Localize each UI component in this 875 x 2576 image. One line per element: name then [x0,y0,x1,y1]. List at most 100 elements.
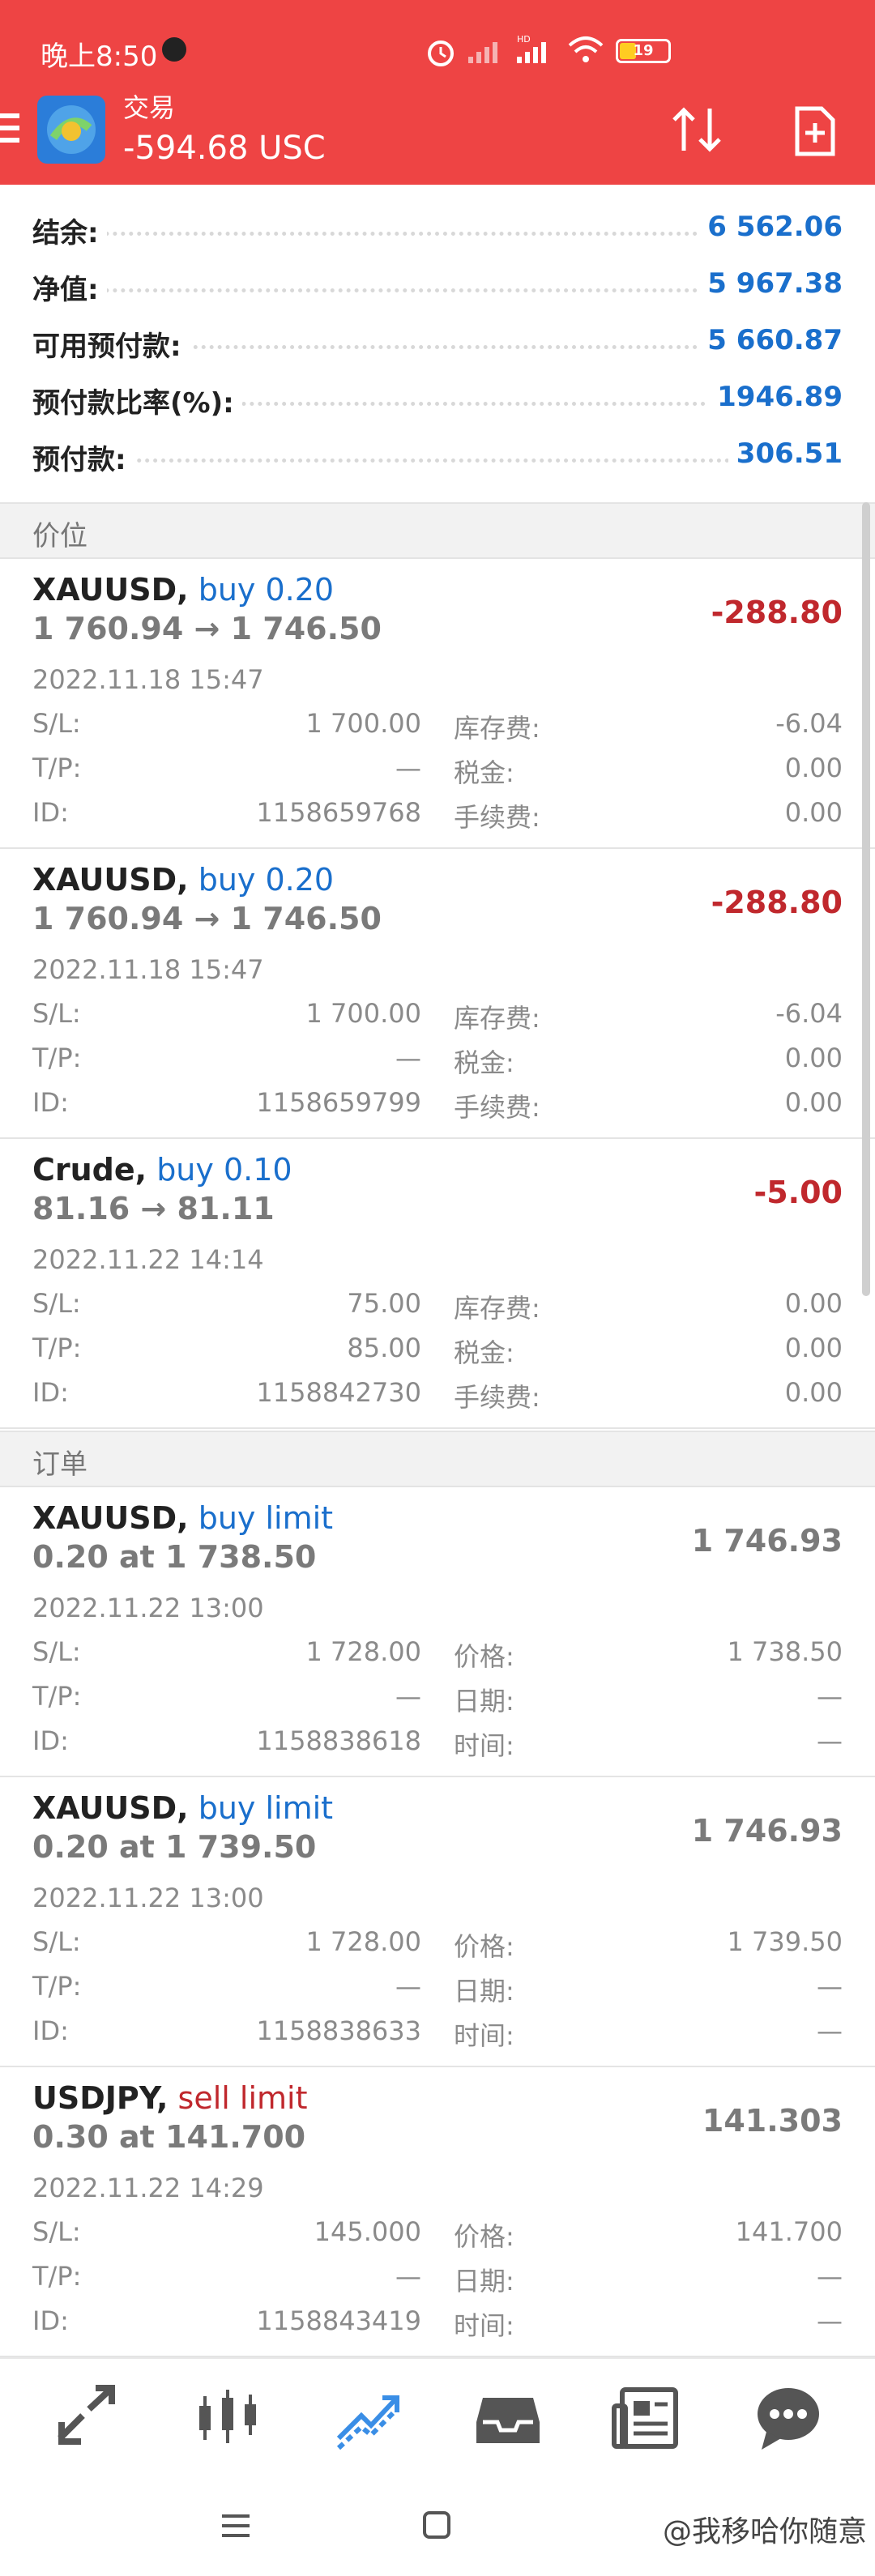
summary-row: 可用预付款: 5 660.87 [0,316,875,373]
detail-value: 85.00 [347,1333,421,1363]
detail-value: — [817,2305,843,2336]
summary-row: 预付款: 306.51 [0,429,875,486]
detail-value: — [817,1681,843,1712]
detail-label: T/P: [32,1333,82,1363]
detail-label: S/L: [32,1926,81,1957]
detail-label: 价格: [454,1641,514,1672]
detail-value: — [395,1681,421,1712]
status-time: 晚上8:50 [41,41,158,73]
position-card[interactable]: Crude, buy 0.10 81.16 → 81.11 -5.00 2022.11… [0,1141,875,1429]
detail-value: — [817,2261,843,2292]
detail-label: 时间: [454,1730,514,1761]
detail-row: T/P: — 税金: 0.00 [32,753,843,797]
summary-value: 1946.89 [709,381,843,413]
symbol: Crude, [32,1152,147,1188]
detail-value: — [817,1971,843,2002]
chart-icon[interactable] [191,2382,264,2454]
detail-label: 价格: [454,2221,514,2252]
alarm-icon [428,41,454,66]
current-price: 141.303 [702,2103,843,2139]
detail-value: 1 700.00 [305,998,422,1029]
sort-icon[interactable] [669,104,726,156]
summary-value: 6 562.06 [699,211,843,243]
chat-icon[interactable] [752,2382,825,2454]
detail-row: ID: 1158843419 时间: — [32,2305,843,2350]
price-line: 0.20 at 1 738.50 [32,1539,317,1575]
new-order-icon[interactable] [792,105,838,157]
trade-icon[interactable] [332,2382,405,2454]
detail-label: S/L: [32,2216,81,2247]
price-line: 1 760.94 → 1 746.50 [32,611,382,646]
order-card[interactable]: XAUUSD, buy limit 0.20 at 1 739.50 1 746.9… [0,1779,875,2067]
svg-text:HD: HD [517,34,531,45]
detail-value: 0.00 [784,1377,843,1408]
menu-icon[interactable] [0,113,23,149]
home-button[interactable] [423,2511,450,2539]
wifi-icon [568,36,604,62]
position-card[interactable]: XAUUSD, buy 0.20 1 760.94 → 1 746.50 -288.… [0,561,875,849]
symbol: XAUUSD, [32,1500,189,1536]
detail-value: 1 738.50 [727,1636,843,1667]
detail-label: 税金: [454,1337,514,1368]
details-grid: S/L: 1 728.00 价格: 1 739.50 T/P: — 日期: — ID: 11588… [32,1926,843,2060]
symbol: XAUUSD, [32,572,189,608]
detail-value: — [395,1043,421,1073]
order-type: buy limit [198,1790,334,1826]
detail-label: 时间: [454,2020,514,2051]
detail-value: 75.00 [347,1288,421,1319]
positions-section-header: 价位 [0,502,875,559]
recent-apps-button[interactable] [222,2514,250,2539]
summary-value: 5 967.38 [699,267,843,300]
page-title: 交易 [123,92,176,123]
bottom-nav [0,2357,875,2479]
detail-label: ID: [32,1087,69,1118]
order-type: buy 0.10 [156,1152,292,1188]
detail-label: 手续费: [454,802,540,833]
detail-label: T/P: [32,1971,82,2002]
signal-weak-icon [468,42,497,63]
detail-row: S/L: 1 700.00 库存费: -6.04 [32,708,843,753]
news-icon[interactable] [611,2382,684,2454]
detail-label: S/L: [32,708,81,739]
detail-label: ID: [32,1377,69,1408]
detail-value: — [817,2015,843,2046]
order-card[interactable]: XAUUSD, buy limit 0.20 at 1 738.50 1 746.9… [0,1489,875,1777]
symbol: XAUUSD, [32,862,189,898]
detail-label: S/L: [32,1636,81,1667]
detail-label: 手续费: [454,1382,540,1413]
detail-label: 时间: [454,2310,514,2341]
detail-value: 1 739.50 [727,1926,843,1957]
order-type: sell limit [177,2080,308,2116]
card-title: XAUUSD, buy 0.20 [32,862,334,898]
position-card[interactable]: XAUUSD, buy 0.20 1 760.94 → 1 746.50 -288.… [0,851,875,1139]
detail-value: -6.04 [775,998,843,1029]
profit: -5.00 [753,1175,843,1210]
detail-label: 库存费: [454,713,540,744]
summary-label: 净值: [32,267,107,307]
detail-value: — [817,1725,843,1756]
scrollbar[interactable] [862,502,870,1296]
detail-value: 141.700 [735,2216,843,2247]
order-card[interactable]: USDJPY, sell limit 0.30 at 141.700 141.303… [0,2069,875,2357]
detail-label: S/L: [32,998,81,1029]
open-time: 2022.11.18 15:47 [32,664,264,695]
current-price: 1 746.93 [691,1523,843,1559]
details-grid: S/L: 75.00 库存费: 0.00 T/P: 85.00 税金: 0.00 ID: 1158… [32,1288,843,1422]
app-header: 晚上8:50 HD 19 交易 -594.68 USC [0,0,875,185]
order-type: buy limit [198,1500,334,1536]
card-title: Crude, buy 0.10 [32,1152,292,1188]
detail-label: 日期: [454,2266,514,2297]
detail-value: 1158842730 [256,1377,421,1408]
detail-value: 0.00 [784,1087,843,1118]
detail-row: S/L: 75.00 库存费: 0.00 [32,1288,843,1333]
summary-label: 结余: [32,211,107,250]
details-grid: S/L: 1 728.00 价格: 1 738.50 T/P: — 日期: — ID: 11588… [32,1636,843,1770]
quotes-icon[interactable] [50,2382,123,2454]
history-icon[interactable] [472,2382,544,2454]
detail-label: 库存费: [454,1003,540,1034]
summary-value: 306.51 [728,437,843,470]
card-title: XAUUSD, buy limit [32,1500,333,1536]
system-nav-bar: @我移哈你随意 [0,2479,875,2576]
detail-label: 库存费: [454,1293,540,1324]
detail-value: 1158838633 [256,2015,421,2046]
